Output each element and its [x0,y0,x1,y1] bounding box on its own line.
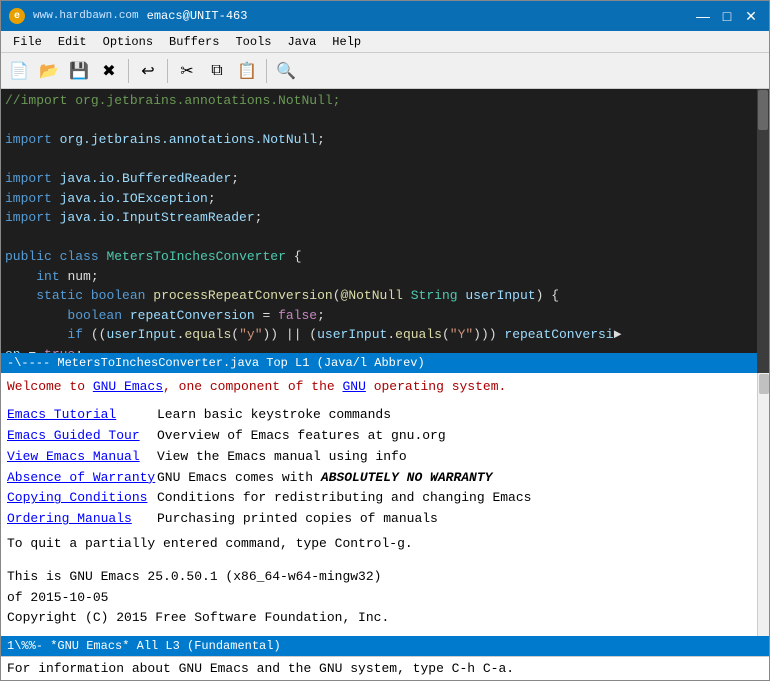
copyright-text: Copyright (C) 2015 Free Software Foundat… [7,608,763,629]
minimize-button[interactable]: — [693,6,713,26]
info-row-manual: View Emacs Manual View the Emacs manual … [7,447,763,468]
echo-area: For information about GNU Emacs and the … [1,656,769,680]
close-button[interactable]: ✕ [741,6,761,26]
maximize-button[interactable]: □ [717,6,737,26]
mode-line-info-text: 1\%%- *GNU Emacs* All L3 (Fundamental) [7,639,281,653]
emacs-guided-tour-link[interactable]: Emacs Guided Tour [7,426,157,447]
info-row-copying: Copying Conditions Conditions for redist… [7,488,763,509]
tour-desc: Overview of Emacs features at gnu.org [157,426,446,447]
info-row-ordering: Ordering Manuals Purchasing printed copi… [7,509,763,530]
bottom-pane: Welcome to GNU Emacs, one component of t… [1,373,769,657]
mode-line-code-text: -\---- MetersToInchesConverter.java Top … [7,356,425,370]
quit-text: To quit a partially entered command, typ… [7,534,763,555]
mode-line-code: -\---- MetersToInchesConverter.java Top … [1,353,757,373]
mode-line-info: 1\%%- *GNU Emacs* All L3 (Fundamental) [1,636,769,656]
undo-button[interactable]: ↩ [134,57,162,85]
ordering-desc: Purchasing printed copies of manuals [157,509,438,530]
absence-of-warranty-link[interactable]: Absence of Warranty [7,468,157,489]
search-button[interactable]: 🔍 [272,57,300,85]
code-line [5,150,753,170]
code-line: int num; [5,267,753,287]
view-emacs-manual-link[interactable]: View Emacs Manual [7,447,157,468]
new-file-button[interactable]: 📄 [5,57,33,85]
menu-file[interactable]: File [5,33,50,51]
gnu-emacs-link[interactable]: GNU Emacs [93,379,163,394]
gnu-link[interactable]: GNU [342,379,365,394]
toolbar-separator-2 [167,59,168,83]
code-scrollbar[interactable] [757,89,769,373]
warranty-desc: GNU Emacs comes with ABSOLUTELY NO WARRA… [157,468,492,489]
code-line: import java.io.IOException; [5,189,753,209]
toolbar-separator-1 [128,59,129,83]
menu-buffers[interactable]: Buffers [161,33,227,51]
code-line [5,228,753,248]
paste-button[interactable]: 📋 [233,57,261,85]
code-scroll-thumb[interactable] [758,90,768,130]
toolbar-separator-3 [266,59,267,83]
menu-java[interactable]: Java [279,33,324,51]
title-bar-left: e www.hardbawn.com emacs@UNIT-463 [9,8,247,24]
copy-button[interactable]: ⧉ [203,57,231,85]
code-line: import java.io.InputStreamReader; [5,208,753,228]
info-scroll-thumb[interactable] [759,374,769,394]
menu-edit[interactable]: Edit [50,33,95,51]
info-row-tutorial: Emacs Tutorial Learn basic keystroke com… [7,405,763,426]
info-row-warranty: Absence of Warranty GNU Emacs comes with… [7,468,763,489]
code-line: public class MetersToInchesConverter { [5,247,753,267]
echo-text: For information about GNU Emacs and the … [7,661,514,676]
title-bar: e www.hardbawn.com emacs@UNIT-463 — □ ✕ [1,1,769,31]
version-line2: of 2015-10-05 [7,588,763,609]
close-buffer-button[interactable]: ✖ [95,57,123,85]
top-pane: //import org.jetbrains.annotations.NotNu… [1,89,769,373]
version-line1: This is GNU Emacs 25.0.50.1 (x86_64-w64-… [7,567,763,588]
menu-bar: File Edit Options Buffers Tools Java Hel… [1,31,769,53]
info-pane: Welcome to GNU Emacs, one component of t… [1,373,769,637]
window: e www.hardbawn.com emacs@UNIT-463 — □ ✕ … [0,0,770,681]
code-line: static boolean processRepeatConversion(@… [5,286,753,306]
app-icon: e [9,8,25,24]
code-line [5,111,753,131]
window-title: emacs@UNIT-463 [147,9,248,23]
code-line: boolean repeatConversion = false; [5,306,753,326]
emacs-tutorial-link[interactable]: Emacs Tutorial [7,405,157,426]
version-info: This is GNU Emacs 25.0.50.1 (x86_64-w64-… [7,567,763,609]
code-line: //import org.jetbrains.annotations.NotNu… [5,91,753,111]
welcome-text: Welcome to GNU Emacs, one component of t… [7,377,763,398]
info-scrollbar[interactable] [757,373,769,637]
welcome-items: Emacs Tutorial Learn basic keystroke com… [7,405,763,530]
editor-pane[interactable]: //import org.jetbrains.annotations.NotNu… [1,89,757,373]
ordering-manuals-link[interactable]: Ordering Manuals [7,509,157,530]
copying-desc: Conditions for redistributing and changi… [157,488,531,509]
save-button[interactable]: 💾 [65,57,93,85]
toolbar: 📄 📂 💾 ✖ ↩ ✂ ⧉ 📋 🔍 [1,53,769,89]
tutorial-desc: Learn basic keystroke commands [157,405,391,426]
menu-help[interactable]: Help [324,33,369,51]
code-line: on = true; [5,345,753,353]
code-line: import java.io.BufferedReader; [5,169,753,189]
window-url: www.hardbawn.com [33,10,139,22]
panes-container: //import org.jetbrains.annotations.NotNu… [1,89,769,656]
code-line: if ((userInput.equals("y")) || (userInpu… [5,325,753,345]
copying-conditions-link[interactable]: Copying Conditions [7,488,157,509]
manual-desc: View the Emacs manual using info [157,447,407,468]
menu-tools[interactable]: Tools [227,33,279,51]
info-row-tour: Emacs Guided Tour Overview of Emacs feat… [7,426,763,447]
open-file-button[interactable]: 📂 [35,57,63,85]
code-line: import org.jetbrains.annotations.NotNull… [5,130,753,150]
window-controls: — □ ✕ [693,6,761,26]
code-area[interactable]: //import org.jetbrains.annotations.NotNu… [1,89,757,353]
menu-options[interactable]: Options [95,33,161,51]
cut-button[interactable]: ✂ [173,57,201,85]
